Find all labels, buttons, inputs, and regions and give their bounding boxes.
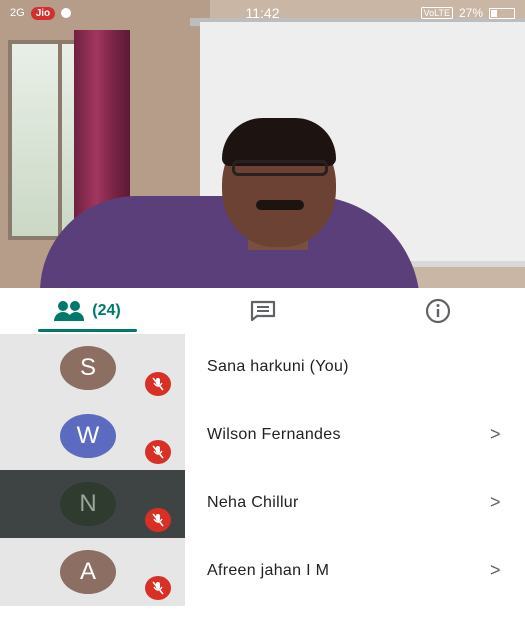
status-time: 11:42 xyxy=(245,5,280,21)
tab-chat[interactable] xyxy=(175,288,350,334)
chevron-right-icon[interactable]: > xyxy=(490,424,501,445)
avatar: W xyxy=(60,414,116,458)
avatar: N xyxy=(60,482,116,526)
tab-people[interactable]: (24) xyxy=(0,288,175,334)
signal-indicator: 2G xyxy=(10,7,25,19)
mic-off-icon xyxy=(145,576,171,600)
notification-icon xyxy=(61,8,72,18)
participant-list: S Sana harkuni (You) W Wilson Fernandes … xyxy=(0,334,525,606)
mic-off-icon xyxy=(145,372,171,396)
participant-row[interactable]: N Neha Chillur > xyxy=(0,470,525,538)
active-tab-indicator xyxy=(38,329,137,332)
presenter-glasses xyxy=(232,160,328,176)
carrier-badge: Jio xyxy=(30,6,56,20)
participant-name: Neha Chillur xyxy=(207,494,299,511)
status-bar: 2G Jio 11:42 VoLTE 27% xyxy=(0,0,525,26)
participant-row[interactable]: W Wilson Fernandes > xyxy=(0,402,525,470)
mic-off-icon xyxy=(145,508,171,532)
mic-off-icon xyxy=(145,440,171,464)
tab-info[interactable] xyxy=(350,288,525,334)
battery-percent: 27% xyxy=(458,6,483,20)
info-icon xyxy=(425,298,450,324)
participant-row[interactable]: A Afreen jahan I M > xyxy=(0,538,525,606)
chevron-right-icon[interactable]: > xyxy=(490,560,501,581)
meeting-tabs: (24) xyxy=(0,288,525,334)
avatar: S xyxy=(60,346,116,390)
battery-icon xyxy=(489,7,515,19)
presenter-hair xyxy=(222,118,336,166)
people-icon xyxy=(54,301,85,321)
people-count: (24) xyxy=(92,302,121,319)
video-feed[interactable] xyxy=(0,0,525,288)
participant-name: Wilson Fernandes xyxy=(207,426,341,443)
status-right: VoLTE 27% xyxy=(365,6,515,20)
chevron-right-icon[interactable]: > xyxy=(490,492,501,513)
volte-indicator: VoLTE xyxy=(420,7,453,19)
presenter-mustache xyxy=(256,200,304,210)
participant-name: Afreen jahan I M xyxy=(207,562,330,579)
avatar: A xyxy=(60,550,116,594)
participant-name: Sana harkuni (You) xyxy=(207,358,349,375)
status-left: 2G Jio xyxy=(10,6,160,20)
chat-icon xyxy=(250,300,275,322)
participant-row[interactable]: S Sana harkuni (You) xyxy=(0,334,525,402)
